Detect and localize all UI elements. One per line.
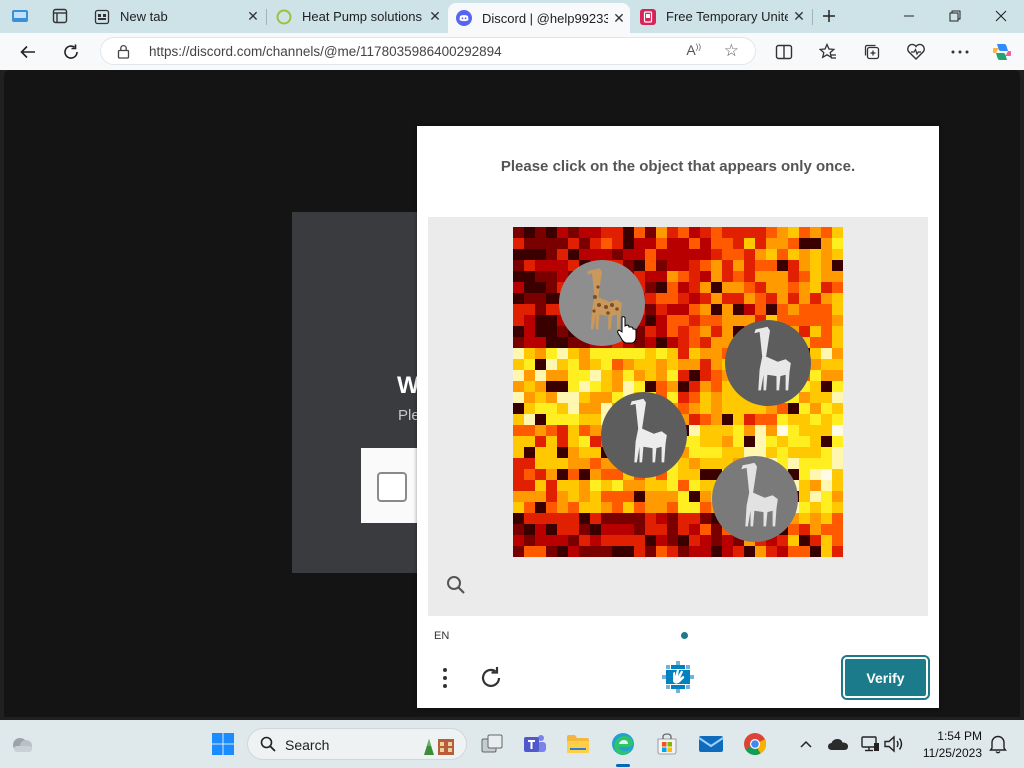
challenge-image[interactable] [513, 227, 843, 557]
tab-separator [266, 9, 267, 25]
browser-toolbar: https://discord.com/channels/@me/1178035… [0, 33, 1024, 70]
giraffe-circle-white[interactable] [601, 392, 687, 478]
hcaptcha-widget [361, 448, 421, 523]
close-tab-icon[interactable]: ✕ [424, 8, 446, 25]
clock-time[interactable]: 1:54 PM [912, 729, 982, 743]
task-view-icon[interactable] [478, 730, 506, 758]
verify-button[interactable]: Verify [841, 655, 930, 700]
url-text[interactable]: https://discord.com/channels/@me/1178035… [149, 44, 502, 59]
giraffe-circle-white[interactable] [725, 320, 811, 406]
tab-heat-pump[interactable]: Heat Pump solutions ✕ [268, 3, 446, 30]
tab-actions-icon[interactable] [48, 5, 72, 27]
tab-title: Heat Pump solutions [302, 9, 422, 24]
collections-icon[interactable] [858, 38, 886, 66]
search-icon [260, 736, 276, 757]
windows-taskbar: Search 1:54 PM 11/25/2023 [0, 720, 1024, 768]
more-menu-icon[interactable] [435, 664, 455, 692]
refresh-challenge-icon[interactable] [477, 664, 505, 692]
teams-icon[interactable] [521, 730, 549, 758]
restore-icon[interactable] [932, 4, 978, 28]
tab-discord[interactable]: Discord | @help99233 ✕ [448, 3, 630, 33]
giraffe-layer [559, 260, 811, 542]
copilot-icon[interactable] [988, 38, 1016, 66]
favorite-star-icon[interactable]: ☆ [724, 41, 739, 61]
discord-favicon-icon [456, 10, 472, 26]
hcaptcha-challenge-dialog: Please click on the object that appears … [417, 126, 939, 708]
tab-free-temporary[interactable]: Free Temporary Unite ✕ [632, 3, 810, 30]
notifications-bell-icon[interactable] [984, 730, 1012, 758]
microsoft-store-icon[interactable] [653, 730, 681, 758]
tab-title: New tab [120, 9, 168, 24]
mail-icon[interactable] [697, 730, 725, 758]
hcaptcha-checkbox[interactable] [377, 472, 407, 502]
chrome-icon[interactable] [741, 730, 769, 758]
close-tab-icon[interactable]: ✕ [608, 10, 630, 27]
clock-date[interactable]: 11/25/2023 [906, 746, 982, 760]
tab-title: Free Temporary Unite [666, 9, 788, 24]
close-tab-icon[interactable]: ✕ [242, 8, 264, 25]
heat-pump-favicon-icon [276, 9, 292, 25]
onedrive-icon[interactable] [824, 730, 852, 758]
language-selector[interactable]: EN [434, 630, 449, 642]
lock-icon[interactable] [117, 44, 130, 64]
browser-tab-strip: New tab ✕ Heat Pump solutions ✕ Discord … [0, 0, 1024, 33]
file-explorer-icon[interactable] [564, 730, 592, 758]
zoom-magnifier-icon[interactable] [445, 574, 467, 596]
read-aloud-icon[interactable]: A)) [686, 42, 701, 58]
hcaptcha-logo-icon [660, 659, 696, 695]
challenge-task-area [428, 217, 928, 616]
close-window-icon[interactable] [978, 4, 1024, 28]
active-app-indicator [616, 764, 630, 767]
search-highlight-icon [420, 733, 460, 762]
browser-essentials-icon[interactable] [902, 38, 930, 66]
minimize-icon[interactable] [886, 4, 932, 28]
tab-new-tab[interactable]: New tab ✕ [86, 3, 264, 30]
refresh-icon[interactable] [57, 38, 85, 66]
workspaces-icon[interactable] [8, 5, 32, 27]
show-hidden-icons-chevron-icon[interactable] [792, 730, 820, 758]
search-label: Search [285, 737, 330, 753]
weather-widget-icon[interactable] [8, 730, 36, 758]
challenge-progress-dot [681, 632, 688, 639]
back-icon[interactable] [14, 38, 42, 66]
start-windows-icon[interactable] [209, 730, 237, 758]
new-tab-icon [94, 9, 110, 25]
new-tab-plus-icon[interactable] [817, 5, 841, 27]
split-screen-icon[interactable] [770, 38, 798, 66]
edge-browser-icon[interactable] [609, 730, 637, 758]
giraffe-circle-white[interactable] [712, 456, 798, 542]
tab-separator [812, 9, 813, 25]
challenge-prompt: Please click on the object that appears … [500, 158, 856, 175]
taskbar-search[interactable]: Search [247, 728, 467, 760]
address-bar[interactable]: https://discord.com/channels/@me/1178035… [100, 37, 756, 65]
tab-title: Discord | @help99233 [482, 10, 608, 26]
favorites-icon[interactable] [814, 38, 842, 66]
more-options-icon[interactable] [946, 38, 974, 66]
temp-number-favicon-icon [640, 8, 656, 25]
close-tab-icon[interactable]: ✕ [788, 8, 810, 25]
volume-icon[interactable] [880, 730, 908, 758]
